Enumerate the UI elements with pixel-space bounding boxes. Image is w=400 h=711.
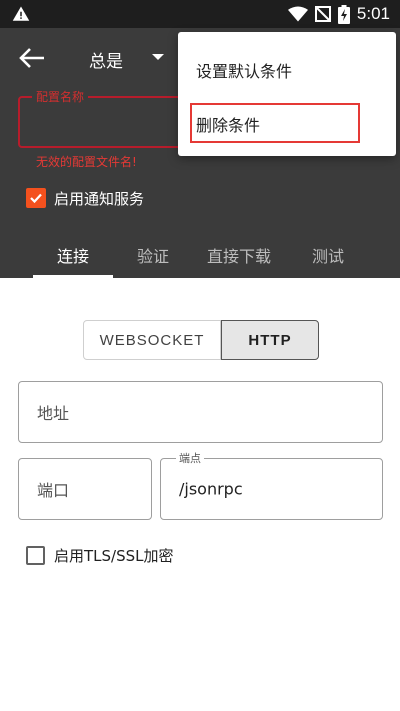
endpoint-value: /jsonrpc — [179, 479, 243, 499]
overflow-menu: 设置默认条件 删除条件 — [178, 32, 396, 156]
endpoint-label: 端点 — [176, 450, 204, 466]
tab-bar: 连接 验证 直接下载 测试 — [0, 233, 400, 278]
profile-name-label: 配置名称 — [32, 88, 89, 105]
port-placeholder: 端口 — [37, 481, 70, 500]
tab-test[interactable]: 测试 — [312, 243, 344, 267]
tab-direct-download[interactable]: 直接下载 — [207, 243, 271, 267]
profile-name-error: 无效的配置文件名! — [36, 155, 137, 169]
address-placeholder: 地址 — [37, 404, 70, 423]
port-input[interactable]: 端口 — [18, 458, 152, 520]
warning-icon — [12, 6, 30, 21]
menu-item-delete-condition[interactable]: 删除条件 — [196, 112, 260, 136]
dropdown-arrow-icon[interactable] — [152, 54, 164, 60]
endpoint-input[interactable]: /jsonrpc — [160, 458, 383, 520]
condition-spinner-value[interactable]: 总是 — [89, 47, 123, 72]
mode-websocket-button[interactable]: WEBSOCKET — [83, 320, 221, 360]
connection-mode-toggle: WEBSOCKET HTTP — [83, 320, 319, 360]
status-time: 5:01 — [356, 4, 390, 23]
wifi-icon — [287, 6, 308, 22]
tab-indicator — [33, 275, 113, 278]
address-input[interactable]: 地址 — [18, 381, 383, 443]
menu-item-set-default[interactable]: 设置默认条件 — [196, 58, 292, 82]
mode-http-button[interactable]: HTTP — [221, 320, 319, 360]
tls-row[interactable]: 启用TLS/SSL加密 — [26, 545, 174, 565]
tls-label: 启用TLS/SSL加密 — [54, 546, 174, 565]
back-arrow-icon[interactable] — [18, 46, 46, 70]
tls-checkbox[interactable] — [26, 545, 45, 565]
status-bar: 5:01 — [0, 0, 400, 28]
notify-service-row[interactable]: 启用通知服务 — [26, 188, 144, 208]
check-icon — [30, 193, 42, 204]
battery-charging-icon — [337, 4, 350, 24]
tab-auth[interactable]: 验证 — [137, 243, 169, 267]
notify-service-label: 启用通知服务 — [54, 189, 145, 208]
notify-service-checkbox[interactable] — [26, 188, 46, 208]
no-sim-icon — [314, 6, 331, 22]
tab-connection[interactable]: 连接 — [57, 243, 89, 267]
